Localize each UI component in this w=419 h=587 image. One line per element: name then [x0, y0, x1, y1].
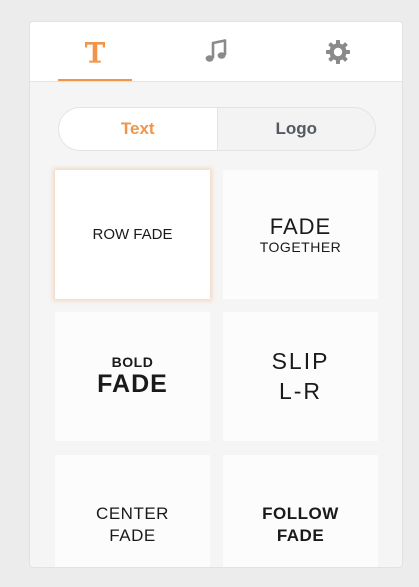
tab-bar [30, 22, 402, 82]
animation-bold-fade[interactable]: BOLD FADE [55, 312, 210, 441]
animation-label: CENTER [96, 503, 169, 523]
animation-label: ROW FADE [92, 225, 173, 243]
animation-center-fade[interactable]: CENTER FADE [55, 455, 210, 567]
tab-settings[interactable] [300, 22, 376, 81]
animation-label: FOLLOW [262, 503, 339, 523]
animation-label: BOLD [111, 354, 154, 371]
animation-fade-together[interactable]: FADE TOGETHER [223, 170, 378, 299]
text-mode-button[interactable]: Text [59, 108, 217, 150]
animation-label: TOGETHER [259, 239, 342, 256]
animation-label: FADE [276, 526, 325, 545]
animation-label: L-R [278, 377, 323, 404]
music-icon [205, 38, 227, 62]
animation-row-fade[interactable]: ROW FADE [55, 170, 210, 299]
animation-label: FADE [269, 213, 332, 239]
animation-slip-lr[interactable]: SLIP L-R [223, 312, 378, 441]
text-logo-toggle: Text Logo [58, 107, 376, 151]
logo-mode-button[interactable]: Logo [216, 108, 376, 150]
animation-label: SLIP [271, 347, 330, 374]
animation-label: FADE [97, 370, 168, 399]
tab-music[interactable] [178, 22, 254, 81]
animation-follow-fade[interactable]: FOLLOW FADE [223, 455, 378, 567]
animation-panel: Text Logo ROW FADE FADE TOGETHER BOLD FA… [30, 22, 402, 567]
animation-label: FADE [109, 526, 156, 545]
tab-text[interactable] [57, 22, 133, 81]
text-icon [85, 41, 105, 63]
gear-icon [326, 39, 350, 64]
